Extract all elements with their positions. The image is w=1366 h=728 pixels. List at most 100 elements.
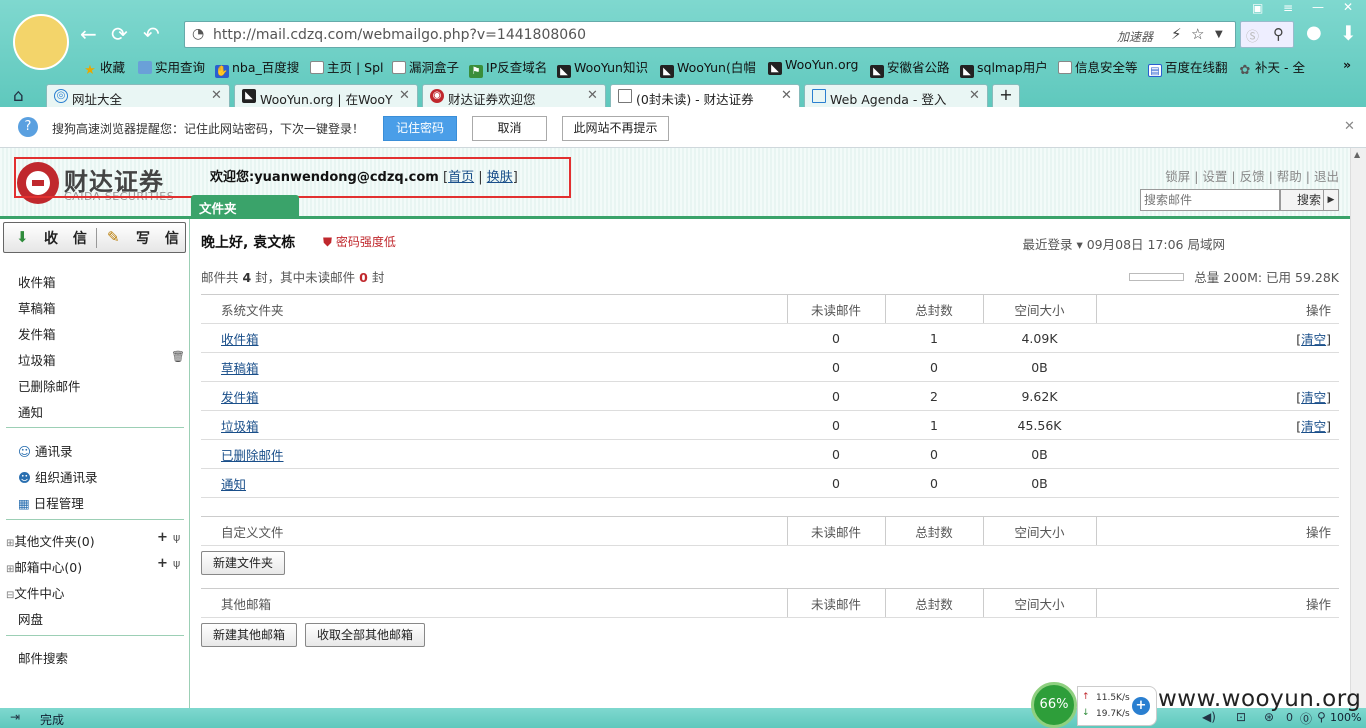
close-tab-icon[interactable]: ✕ bbox=[587, 88, 598, 103]
search-icon[interactable]: ⚲ bbox=[1273, 25, 1284, 43]
lock-screen-link[interactable]: 锁屏 bbox=[1165, 169, 1190, 184]
bookmark-item[interactable]: ▤ 百度在线翻 bbox=[1148, 57, 1228, 77]
sidebar-group-mailbox-center[interactable]: ⊞邮箱中心(0) bbox=[6, 557, 82, 576]
zoom-level[interactable]: 100% bbox=[1330, 711, 1361, 724]
compose-button[interactable]: 写 信 bbox=[136, 228, 184, 248]
browser-avatar[interactable] bbox=[13, 14, 69, 70]
clear-sent-link[interactable]: 清空 bbox=[1301, 390, 1326, 405]
close-tab-icon[interactable]: ✕ bbox=[211, 88, 222, 103]
close-notification-icon[interactable]: ✕ bbox=[1344, 119, 1355, 134]
menu-icon[interactable]: ● bbox=[1306, 23, 1322, 43]
clear-trash-link[interactable]: 清空 bbox=[1301, 419, 1326, 434]
bookmark-item[interactable]: 主页 | Spl bbox=[310, 57, 384, 76]
folder-link-deleted[interactable]: 已删除邮件 bbox=[221, 448, 284, 463]
filter-icon[interactable]: ψ bbox=[173, 531, 180, 544]
bookmark-item[interactable]: 漏洞盒子 bbox=[392, 57, 459, 76]
bookmark-item[interactable]: ⚑ IP反查域名 bbox=[469, 57, 547, 78]
bookmark-overflow-icon[interactable]: » bbox=[1343, 57, 1351, 72]
skin-icon[interactable]: ▣ bbox=[1252, 1, 1263, 15]
fetch-all-button[interactable]: 收取全部其他邮箱 bbox=[305, 623, 426, 647]
tab-web-agenda[interactable]: Web Agenda - 登入 ✕ bbox=[804, 84, 988, 107]
folder-link-inbox[interactable]: 收件箱 bbox=[221, 332, 259, 347]
scrollbar[interactable]: ▲ bbox=[1350, 148, 1366, 708]
home-icon[interactable]: ⌂ bbox=[13, 86, 24, 106]
bookmark-item[interactable]: ★ 收藏 bbox=[83, 57, 125, 77]
receive-button[interactable]: 收 信 bbox=[44, 228, 92, 248]
logout-link[interactable]: 退出 bbox=[1314, 169, 1339, 184]
feedback-link[interactable]: 反馈 bbox=[1240, 169, 1265, 184]
tab-caida[interactable]: ◉ 财达证券欢迎您 ✕ bbox=[422, 84, 606, 107]
bookmark-item[interactable]: ◣ WooYun(白帽 bbox=[660, 57, 756, 78]
sidebar-item-trash[interactable]: 垃圾箱 bbox=[18, 350, 56, 369]
sidebar-item-drafts[interactable]: 草稿箱 bbox=[18, 298, 56, 317]
sidebar-item-deleted[interactable]: 已删除邮件 bbox=[18, 376, 81, 395]
never-prompt-button[interactable]: 此网站不再提示 bbox=[562, 116, 669, 141]
url-text[interactable]: http://mail.cdzq.com/webmailgo.php?v=144… bbox=[213, 27, 586, 43]
window-menu-icon[interactable]: ≡ bbox=[1283, 1, 1293, 15]
lightning-icon[interactable]: ⚡ bbox=[1171, 25, 1182, 43]
empty-trash-icon[interactable]: 🗑 bbox=[171, 350, 185, 363]
remember-password-button[interactable]: 记住密码 bbox=[383, 116, 457, 141]
bookmark-item[interactable]: ✋ nba_百度搜 bbox=[215, 57, 299, 78]
new-other-mailbox-button[interactable]: 新建其他邮箱 bbox=[201, 623, 298, 647]
close-tab-icon[interactable]: ✕ bbox=[399, 88, 410, 103]
sidebar-item-notice[interactable]: 通知 bbox=[18, 402, 43, 421]
add-icon[interactable]: + bbox=[157, 556, 168, 571]
home-link[interactable]: 首页 bbox=[448, 170, 474, 185]
add-icon[interactable]: + bbox=[1132, 697, 1150, 715]
dropdown-icon[interactable]: ▼ bbox=[1215, 29, 1223, 40]
scroll-up-icon[interactable]: ▲ bbox=[1354, 150, 1360, 159]
folder-link-notice[interactable]: 通知 bbox=[221, 477, 246, 492]
sidebar-group-other-folders[interactable]: ⊞其他文件夹(0) bbox=[6, 531, 95, 550]
undo-icon[interactable]: ↶ bbox=[143, 24, 160, 44]
tab-url-nav[interactable]: ◎ 网址大全 ✕ bbox=[46, 84, 230, 107]
tab-mail[interactable]: (0封未读) - 财达证券 ✕ bbox=[610, 84, 800, 107]
new-folder-button[interactable]: 新建文件夹 bbox=[201, 551, 286, 575]
skin-link[interactable]: 换肤 bbox=[487, 170, 513, 185]
bookmark-item[interactable]: ✿ 补天 - 全 bbox=[1238, 57, 1305, 77]
dropdown-arrow-icon[interactable]: ▶ bbox=[1323, 190, 1338, 210]
folder-link-sent[interactable]: 发件箱 bbox=[221, 390, 259, 405]
sidebar-item-inbox[interactable]: 收件箱 bbox=[18, 272, 56, 291]
browser-search[interactable]: Ⓢ ⚲ bbox=[1240, 21, 1294, 48]
mail-search-input[interactable] bbox=[1140, 189, 1280, 211]
adblock-icon[interactable]: ⓪ bbox=[1300, 710, 1312, 727]
mail-search-button[interactable]: 搜索 ▶ bbox=[1280, 189, 1339, 211]
refresh-icon[interactable]: ⟳ bbox=[111, 24, 128, 44]
folder-link-drafts[interactable]: 草稿箱 bbox=[221, 361, 259, 376]
sidebar-item-sent[interactable]: 发件箱 bbox=[18, 324, 56, 343]
sidebar-item-disk[interactable]: 网盘 bbox=[18, 609, 43, 628]
download-icon[interactable]: ⬇ bbox=[1340, 23, 1357, 43]
folder-link-trash[interactable]: 垃圾箱 bbox=[221, 419, 259, 434]
sidebar-item-calendar[interactable]: ▦ 日程管理 bbox=[18, 493, 84, 512]
sidebar-item-mail-search[interactable]: 邮件搜索 bbox=[18, 648, 68, 667]
last-login[interactable]: 最近登录 ▾ 09月08日 17:06 局域网 bbox=[1022, 234, 1225, 253]
zoom-icon[interactable]: ⚲ bbox=[1317, 710, 1326, 724]
clear-inbox-link[interactable]: 清空 bbox=[1301, 332, 1326, 347]
star-icon[interactable]: ☆ bbox=[1191, 25, 1204, 43]
bookmark-item[interactable]: ◣ WooYun.org bbox=[768, 57, 858, 75]
tab-wooyun[interactable]: ◣ WooYun.org | 在WooY ✕ bbox=[234, 84, 418, 107]
screenshot-icon[interactable]: ⊡ bbox=[1236, 710, 1246, 724]
bookmark-item[interactable]: ◣ WooYun知识 bbox=[557, 57, 648, 78]
settings-link[interactable]: 设置 bbox=[1202, 169, 1227, 184]
cancel-button[interactable]: 取消 bbox=[472, 116, 547, 141]
memory-gauge[interactable]: 66% bbox=[1031, 682, 1077, 728]
bookmark-item[interactable]: 信息安全等 bbox=[1058, 57, 1138, 76]
close-tab-icon[interactable]: ✕ bbox=[969, 88, 980, 103]
accelerator-label[interactable]: 加速器 bbox=[1117, 28, 1153, 45]
sidebar-group-file-center[interactable]: ⊟文件中心 bbox=[6, 583, 64, 602]
close-window-icon[interactable]: ✕ bbox=[1343, 0, 1353, 14]
password-warning[interactable]: ⛊ 密码强度低 bbox=[323, 233, 396, 250]
help-link[interactable]: 帮助 bbox=[1277, 169, 1302, 184]
back-icon[interactable]: ← bbox=[80, 24, 97, 44]
address-bar[interactable]: ◔ http://mail.cdzq.com/webmailgo.php?v=1… bbox=[184, 21, 1236, 48]
minimize-icon[interactable]: — bbox=[1312, 0, 1324, 14]
tab-folders[interactable]: 文件夹 bbox=[191, 195, 299, 216]
add-icon[interactable]: + bbox=[157, 530, 168, 545]
bookmark-item[interactable]: ◣ sqlmap用户 bbox=[960, 57, 1048, 78]
bookmark-item[interactable]: ◣ 安徽省公路 bbox=[870, 57, 950, 78]
sidebar-item-contacts[interactable]: ☺ 通讯录 bbox=[18, 441, 73, 460]
sidebar-item-org-contacts[interactable]: ☻ 组织通讯录 bbox=[18, 467, 98, 486]
filter-icon[interactable]: ψ bbox=[173, 557, 180, 570]
